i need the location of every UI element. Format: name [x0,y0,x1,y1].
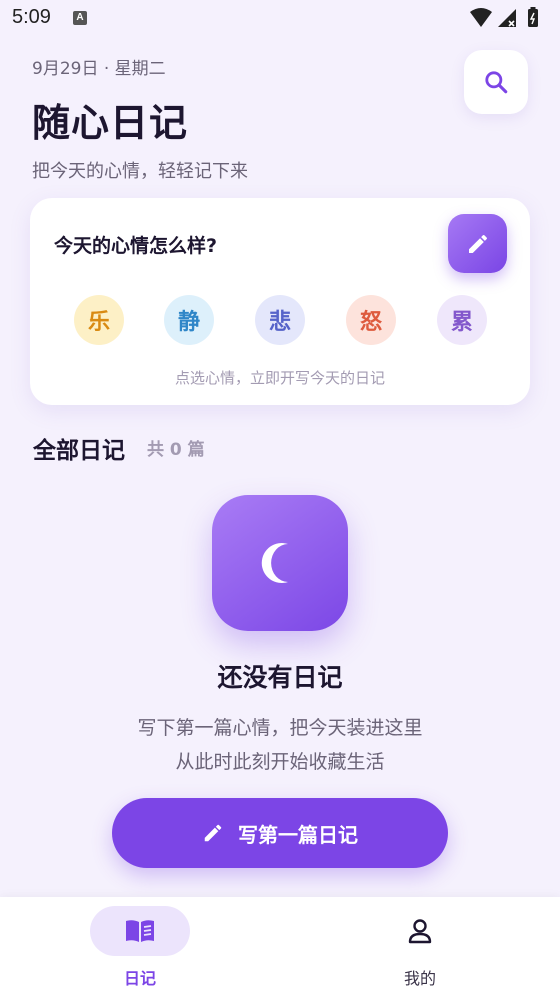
status-time: 5:09 [12,6,51,28]
mood-sad-button[interactable]: 悲 [255,295,305,345]
moon-icon [261,543,288,583]
mood-label: 悲 [268,310,291,335]
write-first-diary-button[interactable]: 写第一篇日记 [112,798,448,868]
status-bar: 5:09 A [0,0,560,36]
bottom-nav: 日记 我的 [0,897,560,997]
book-icon [126,920,154,942]
battery-icon [528,9,538,27]
pencil-icon [204,824,222,842]
mood-tired-button[interactable]: 累 [437,295,487,345]
quick-write-button[interactable] [448,214,507,273]
search-button[interactable] [464,50,528,114]
empty-state-line-2: 从此时此刻开始收藏生活 [175,751,385,773]
nav-icon-wrapper [370,906,470,956]
nav-active-indicator [90,906,190,956]
mood-hint: 点选心情，立即开写今天的日记 [174,369,385,387]
empty-state-illustration [212,495,348,631]
mood-label: 乐 [87,310,110,335]
nav-tab-mine[interactable]: 我的 [280,897,560,997]
mood-label: 怒 [359,310,382,335]
search-icon [485,71,508,94]
page-title: 随心日记 [32,101,189,145]
nav-tab-diary[interactable]: 日记 [0,897,280,997]
write-button-label: 写第一篇日记 [238,822,358,847]
mood-calm-button[interactable]: 静 [164,295,214,345]
mood-happy-button[interactable]: 乐 [74,295,124,345]
mood-label: 累 [450,310,473,335]
mood-card: 今天的心情怎么样? 乐 静 悲 怒 累 点选心情，立即开写今天的日记 [30,198,530,405]
pencil-icon [468,234,487,253]
empty-state-title: 还没有日记 [217,663,343,692]
mood-label: 静 [177,310,200,335]
nav-label-mine: 我的 [403,969,436,988]
nav-label-diary: 日记 [123,969,156,988]
page-subtitle: 把今天的心情，轻轻记下来 [32,161,248,182]
empty-state-line-1: 写下第一篇心情，把今天装进这里 [137,717,423,739]
diary-count: 共 0 篇 [147,440,205,460]
status-icons [470,7,538,27]
notification-icon: A [73,11,87,25]
section-title: 全部日记 [33,438,125,464]
mood-angry-button[interactable]: 怒 [346,295,396,345]
mood-question: 今天的心情怎么样? [54,235,218,257]
wifi-icon [470,8,492,27]
person-icon [408,919,432,944]
date-label: 9月29日 · 星期二 [32,59,166,79]
